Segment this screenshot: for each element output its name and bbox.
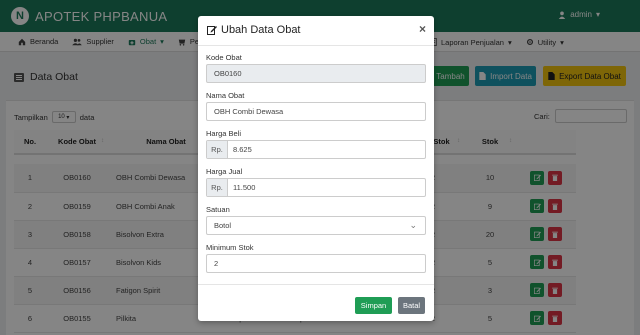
edit-medicine-modal: Ubah Data Obat × Kode Obat OB0160 Nama O… (198, 16, 434, 321)
cancel-button[interactable]: Batal (398, 297, 425, 314)
harga-beli-label: Harga Beli (206, 129, 242, 138)
kode-obat-field: OB0160 (206, 64, 426, 83)
minimum-stok-field[interactable]: 2 (206, 254, 426, 273)
modal-footer: Simpan Batal (198, 284, 434, 321)
kode-obat-label: Kode Obat (206, 53, 242, 62)
close-icon[interactable]: × (419, 22, 426, 36)
satuan-label: Satuan (206, 205, 230, 214)
satuan-select[interactable]: Botol ⌄ (206, 216, 426, 235)
edit-icon (207, 26, 217, 35)
minimum-stok-label: Minimum Stok (206, 243, 254, 252)
modal-title: Ubah Data Obat (207, 24, 301, 36)
harga-jual-label: Harga Jual (206, 167, 243, 176)
modal-title-text: Ubah Data Obat (221, 24, 301, 36)
nama-obat-field[interactable]: OBH Combi Dewasa (206, 102, 426, 121)
nama-obat-label: Nama Obat (206, 91, 245, 100)
currency-prefix: Rp. (207, 141, 228, 158)
chevron-down-icon: ⌄ (409, 220, 417, 230)
harga-beli-field[interactable]: Rp. 8.625 (206, 140, 426, 159)
harga-jual-field[interactable]: Rp. 11.500 (206, 178, 426, 197)
modal-header: Ubah Data Obat × (198, 16, 434, 46)
save-button[interactable]: Simpan (355, 297, 392, 314)
currency-prefix: Rp. (207, 179, 228, 196)
